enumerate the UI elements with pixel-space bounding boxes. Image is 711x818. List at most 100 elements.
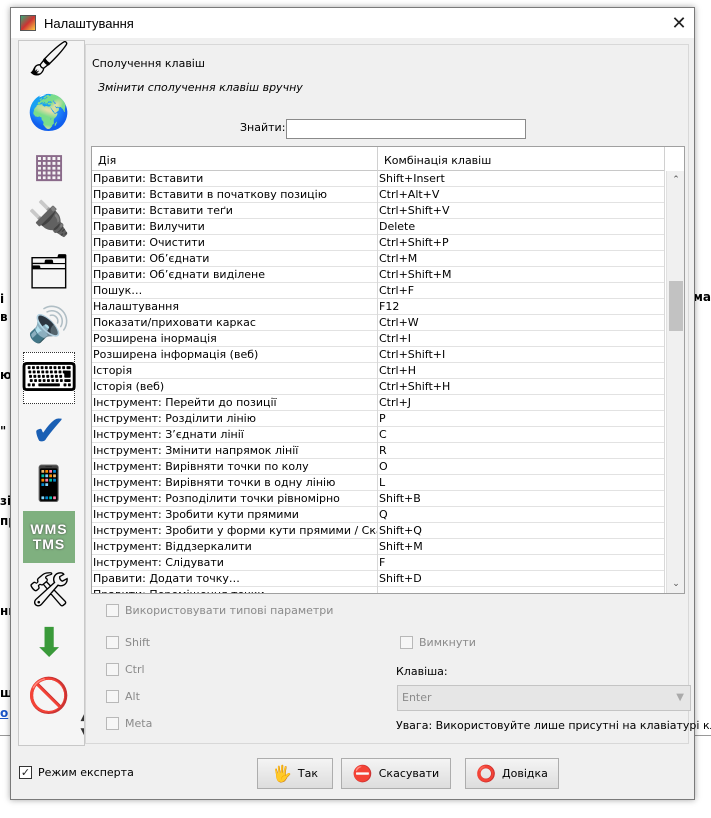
table-row[interactable]: Інструмент: Розподілити точки рівномірно…: [92, 491, 665, 507]
shortcut-action-cell: Показати/приховати каркас: [92, 315, 378, 331]
shortcut-action-cell: Пошук…: [92, 283, 378, 299]
tab-audio[interactable]: 🔊: [23, 299, 75, 351]
tab-display[interactable]: 🖌: [23, 41, 75, 85]
table-row[interactable]: Правити: Вилучити Delete: [92, 219, 665, 235]
column-header-shortcut[interactable]: Комбінація клавіш: [378, 147, 665, 171]
table-row[interactable]: Показати/приховати каркас Ctrl+W: [92, 315, 665, 331]
checkbox-box[interactable]: [106, 604, 119, 617]
table-row[interactable]: Інструмент: Змінити напрямок лінії R: [92, 443, 665, 459]
table-row[interactable]: Інструмент: Зробити кути прямими Q: [92, 507, 665, 523]
cancel-button[interactable]: ⛔ Скасувати: [341, 758, 451, 789]
key-select[interactable]: Enter ▼: [397, 685, 691, 711]
shortcut-action-cell: Інструмент: Вирівняти точки по колу: [92, 459, 378, 475]
cancel-icon: ⛔: [352, 763, 373, 783]
scrollbar-thumb[interactable]: [669, 281, 683, 331]
checkbox-box[interactable]: ✓: [19, 766, 32, 779]
table-row[interactable]: Інструмент: Вирівняти точки в одну лінію…: [92, 475, 665, 491]
table-row[interactable]: Правити: Об’єднати Ctrl+M: [92, 251, 665, 267]
checkbox-box[interactable]: [106, 690, 119, 703]
help-button[interactable]: ⭕ Довідка: [465, 758, 559, 789]
table-row[interactable]: Правити: Об’єднати виділене Ctrl+Shift+M: [92, 267, 665, 283]
table-row[interactable]: Налаштування F12: [92, 299, 665, 315]
shortcut-keys-cell: O: [378, 459, 665, 475]
section-description: Змінити сполучення клавіш вручну: [98, 81, 303, 94]
background-text-fragment-right: ма: [693, 290, 711, 304]
table-row[interactable]: Розширена інформація (веб) Ctrl+Shift+I: [92, 347, 665, 363]
table-scrollbar[interactable]: ⌃ ⌄: [666, 171, 684, 593]
scroll-down-icon[interactable]: ⌄: [667, 577, 684, 591]
table-row[interactable]: Інструмент: Розділити лінію P: [92, 411, 665, 427]
table-row[interactable]: Розширена інормація Ctrl+I: [92, 331, 665, 347]
section-title: Сполучення клавіш: [92, 57, 205, 70]
search-input[interactable]: [286, 119, 526, 139]
table-row[interactable]: Правити: Вставити теґи Ctrl+Shift+V: [92, 203, 665, 219]
shortcut-keys-cell: Delete: [378, 219, 665, 235]
shortcut-keys-cell: Ctrl+I: [378, 331, 665, 347]
table-row[interactable]: Правити: Переміщення точки: [92, 587, 665, 593]
table-row[interactable]: Інструмент: Слідувати F: [92, 555, 665, 571]
checkbox-box[interactable]: [106, 663, 119, 676]
table-row[interactable]: Інструмент: Віддзеркалити Shift+M: [92, 539, 665, 555]
column-header-action[interactable]: Дія: [92, 147, 378, 171]
use-defaults-checkbox[interactable]: Використовувати типові параметри: [106, 604, 333, 617]
checkbox-box[interactable]: [106, 717, 119, 730]
hand-icon: 🖐: [271, 763, 292, 783]
shortcut-keys-cell: Shift+M: [378, 539, 665, 555]
checkbox-label: Вимкнути: [419, 636, 476, 649]
shortcut-action-cell: Історія (веб): [92, 379, 378, 395]
shortcut-keys-cell: Ctrl+H: [378, 363, 665, 379]
shortcut-keys-cell: Q: [378, 507, 665, 523]
alt-checkbox[interactable]: Alt: [106, 690, 140, 703]
disable-checkbox[interactable]: Вимкнути: [400, 636, 476, 649]
tab-shortcuts[interactable]: ⌨: [20, 352, 78, 404]
background-text-fragment: ": [0, 424, 7, 438]
checkbox-box[interactable]: [106, 636, 119, 649]
tab-map[interactable]: 🌍: [23, 87, 75, 139]
tab-validator[interactable]: ✔: [23, 405, 75, 457]
table-row[interactable]: Історія Ctrl+H: [92, 363, 665, 379]
table-row[interactable]: Інструмент: Зробити у форми кути прямими…: [92, 523, 665, 539]
table-row[interactable]: Інструмент: Вирівняти точки по колу O: [92, 459, 665, 475]
shortcut-keys-cell: [378, 587, 665, 593]
expert-mode-checkbox[interactable]: ✓ Режим експерта: [19, 766, 134, 779]
tab-advanced[interactable]: 🛠: [23, 564, 75, 616]
wms-tms-icon: WMS TMS: [30, 521, 68, 552]
table-row[interactable]: Інструмент: Перейти до позиції Ctrl+J: [92, 395, 665, 411]
tab-remote-control[interactable]: 📱: [23, 458, 75, 510]
table-row[interactable]: Правити: Очистити Ctrl+Shift+P: [92, 235, 665, 251]
checkbox-box[interactable]: [400, 636, 413, 649]
tab-privacy[interactable]: 🚫: [23, 670, 75, 722]
tab-strip-scroller[interactable]: ▲ ▼: [77, 711, 84, 745]
table-row[interactable]: Історія (веб) Ctrl+Shift+H: [92, 379, 665, 395]
tab-projection[interactable]: ▦: [23, 140, 75, 192]
shortcut-action-cell: Правити: Додати точку…: [92, 571, 378, 587]
meta-checkbox[interactable]: Meta: [106, 717, 152, 730]
shortcut-keys-cell: Ctrl+Alt+V: [378, 187, 665, 203]
table-row[interactable]: Інструмент: З’єднати лінії C: [92, 427, 665, 443]
tab-connection[interactable]: 🔌: [23, 193, 75, 245]
tab-plugins[interactable]: ⬇: [23, 617, 75, 669]
shortcut-action-cell: Правити: Вставити в початкову позицію: [92, 187, 378, 203]
ok-button-label: Так: [297, 767, 319, 780]
tab-files[interactable]: 🗂: [23, 246, 75, 298]
shortcut-keys-cell: Ctrl+W: [378, 315, 665, 331]
table-row[interactable]: Правити: Вставити в початкову позицію Ctr…: [92, 187, 665, 203]
globe-icon: 🌍: [27, 93, 71, 133]
lifebuoy-icon: ⭕: [476, 763, 497, 783]
preferences-dialog: Налаштування ✕ 🖌 🌍 ▦ 🔌 🗂 🔊 ⌨ ✔ 📱 WMS TMS…: [10, 7, 711, 800]
tab-wms-tms[interactable]: WMS TMS: [23, 511, 75, 563]
shortcut-action-cell: Інструмент: Віддзеркалити: [92, 539, 378, 555]
table-row[interactable]: Правити: Додати точку… Shift+D: [92, 571, 665, 587]
close-button[interactable]: ✕: [664, 8, 694, 38]
ok-button[interactable]: 🖐 Так: [257, 758, 333, 789]
expert-mode-label: Режим експерта: [38, 766, 134, 779]
grid-map-icon: ▦: [32, 146, 66, 186]
tools-icon: 🛠: [27, 570, 71, 610]
shortcut-action-cell: Правити: Об’єднати: [92, 251, 378, 267]
table-body: Правити: Вставити Shift+Insert Правити: Вс…: [92, 171, 665, 593]
table-row[interactable]: Правити: Вставити Shift+Insert: [92, 171, 665, 187]
ctrl-checkbox[interactable]: Ctrl: [106, 663, 145, 676]
scroll-up-icon[interactable]: ⌃: [667, 173, 684, 187]
table-row[interactable]: Пошук… Ctrl+F: [92, 283, 665, 299]
shift-checkbox[interactable]: Shift: [106, 636, 150, 649]
